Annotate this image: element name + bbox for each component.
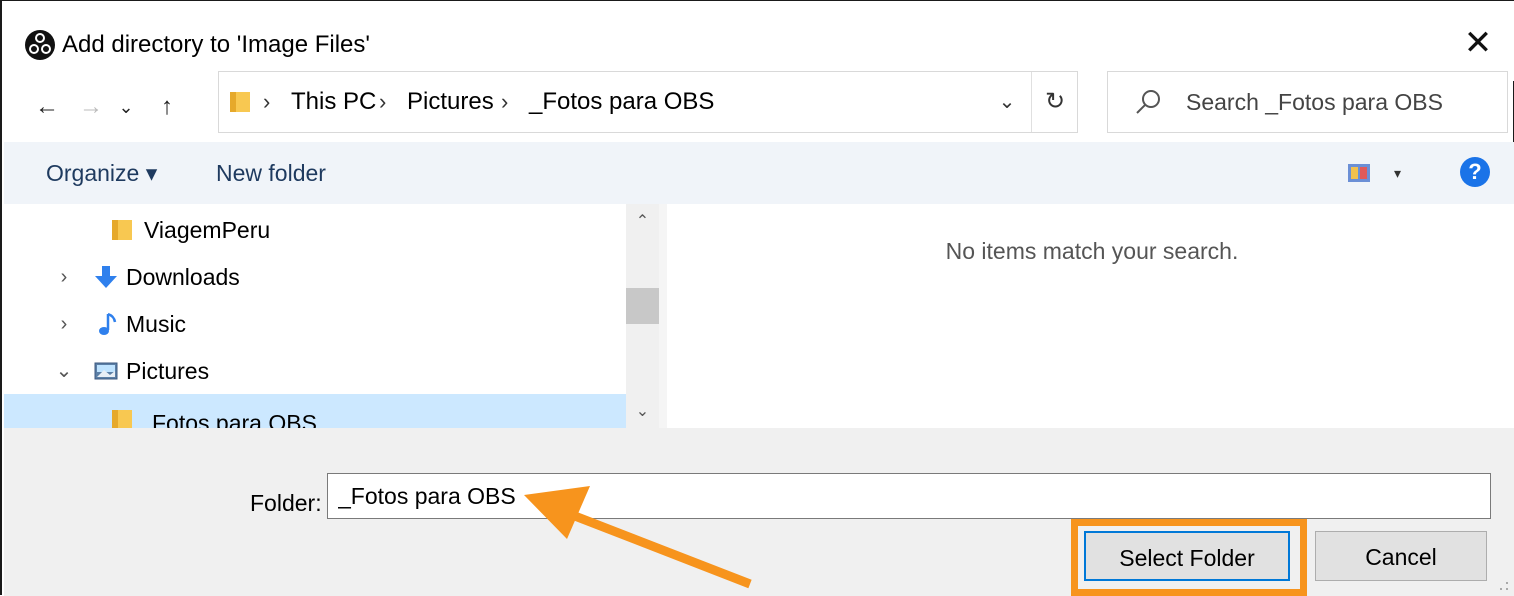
breadcrumb-separator: ›: [379, 89, 387, 114]
empty-results-message: No items match your search.: [945, 238, 1239, 264]
collapse-chevron-icon[interactable]: ⌄: [54, 348, 74, 394]
tree-item-label: ViagemPeru: [144, 217, 271, 243]
tree-item-viagemperu[interactable]: ViagemPeru: [4, 207, 626, 253]
search-box[interactable]: Search _Fotos para OBS: [1107, 71, 1508, 133]
tree-item-fotos-para-obs[interactable]: Fotos para OBS: [4, 394, 626, 428]
up-arrow-icon[interactable]: ↑: [152, 89, 182, 125]
address-bar[interactable]: › This PC › Pictures › _Fotos para OBS ⌄…: [218, 71, 1078, 133]
window-title: Add directory to 'Image Files': [62, 31, 370, 58]
breadcrumb-fotos-para-obs[interactable]: _Fotos para OBS: [529, 72, 714, 132]
title-bar: Add directory to 'Image Files' ✕: [2, 1, 1514, 81]
expand-chevron-icon[interactable]: ›: [54, 254, 74, 300]
music-note-icon: [99, 312, 117, 335]
change-view-icon[interactable]: [1348, 164, 1370, 182]
view-options-dropdown-icon[interactable]: ▾: [1394, 142, 1401, 204]
breadcrumb-separator: ›: [501, 89, 509, 114]
forward-arrow-icon[interactable]: →: [76, 89, 106, 125]
folder-icon: [112, 410, 132, 428]
search-icon: [1136, 90, 1160, 114]
tree-item-pictures[interactable]: ⌄ Pictures: [4, 348, 626, 394]
help-icon[interactable]: ?: [1460, 157, 1490, 187]
new-folder-button[interactable]: New folder: [216, 142, 326, 204]
download-arrow-icon: [95, 266, 117, 288]
pane-splitter[interactable]: [659, 204, 667, 428]
tree-item-label: Fotos para OBS: [152, 410, 317, 428]
folder-field-label: Folder:: [250, 490, 322, 516]
scroll-up-icon[interactable]: ⌃: [626, 212, 659, 232]
recent-locations-chevron-icon[interactable]: ⌄: [114, 89, 138, 125]
select-folder-button[interactable]: Select Folder: [1084, 531, 1290, 581]
tree-item-label: Downloads: [126, 264, 240, 290]
folder-icon: [112, 220, 132, 240]
expand-chevron-icon[interactable]: ›: [54, 301, 74, 347]
obs-app-icon: [25, 30, 55, 60]
tree-item-label: Pictures: [126, 358, 210, 384]
navigation-pane: ViagemPeru › Downloads › Music ⌄ Picture…: [4, 204, 626, 428]
file-list-pane: No items match your search.: [667, 204, 1514, 428]
pictures-icon: [94, 362, 118, 380]
search-placeholder: Search _Fotos para OBS: [1186, 89, 1443, 115]
breadcrumb-pictures[interactable]: Pictures: [407, 72, 494, 132]
folder-icon: [230, 92, 250, 112]
resize-grip-icon[interactable]: [1499, 581, 1509, 591]
breadcrumb-this-pc[interactable]: This PC: [291, 72, 376, 132]
tree-item-music[interactable]: › Music: [4, 301, 626, 347]
address-dropdown-chevron-icon[interactable]: ⌄: [987, 72, 1027, 132]
scroll-down-icon[interactable]: ⌄: [626, 402, 659, 422]
back-arrow-icon[interactable]: ←: [32, 89, 62, 125]
breadcrumb-separator: ›: [263, 89, 271, 114]
organize-menu-button[interactable]: Organize ▾: [46, 142, 157, 204]
dialog-window: Add directory to 'Image Files' ✕ ← → ⌄ ↑…: [0, 0, 1514, 596]
folder-name-input[interactable]: [327, 473, 1491, 519]
scrollbar-thumb[interactable]: [626, 288, 659, 324]
cancel-button[interactable]: Cancel: [1315, 531, 1487, 581]
navigation-scrollbar[interactable]: ⌃ ⌄: [626, 204, 659, 428]
tree-item-label: Music: [126, 311, 187, 337]
tree-item-downloads[interactable]: › Downloads: [4, 254, 626, 300]
command-toolbar: Organize ▾ New folder ▾: [4, 142, 1514, 204]
refresh-icon[interactable]: ↻: [1031, 72, 1078, 132]
close-icon[interactable]: ✕: [1458, 23, 1498, 63]
